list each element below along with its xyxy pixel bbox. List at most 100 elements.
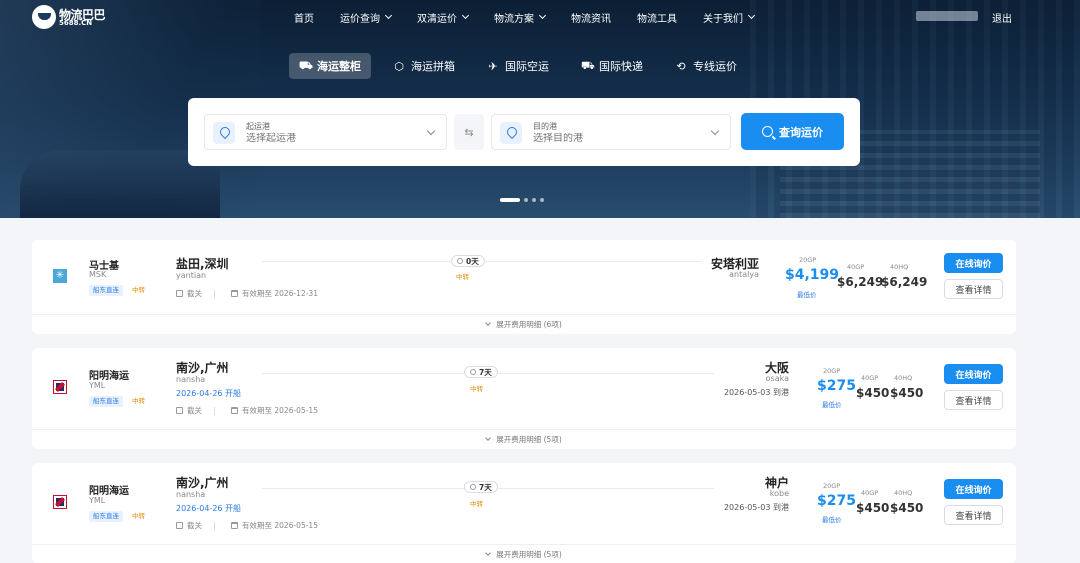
calendar-icon xyxy=(231,407,238,414)
carousel-dot[interactable] xyxy=(500,198,520,202)
lowest-price-tag: 最低价 xyxy=(797,291,817,299)
menu-item-about[interactable]: 关于我们 xyxy=(703,10,756,25)
view-details-button[interactable]: 查看详情 xyxy=(944,279,1003,299)
destination-port-code: osaka xyxy=(765,374,789,383)
direct-badge: 船东直连 xyxy=(89,396,123,407)
yml-logo-icon xyxy=(53,380,67,394)
menu-item-news[interactable]: 物流资讯 xyxy=(571,10,611,25)
menu-item-ddp-rates[interactable]: 双清运价 xyxy=(417,10,470,25)
price-20gp: $275 xyxy=(817,378,856,394)
carousel-dot[interactable] xyxy=(540,198,544,202)
valid-until: 有效期至 2026-05-15 xyxy=(242,406,318,415)
chevron-down-icon xyxy=(538,11,547,20)
carrier-code: YML xyxy=(89,381,106,390)
online-inquiry-button[interactable]: 在线询价 xyxy=(944,479,1003,499)
menu-item-rates[interactable]: 运价查询 xyxy=(340,10,393,25)
container-type-40hq: 40HQ xyxy=(890,263,909,271)
carrier-name: 阳明海运 xyxy=(89,371,129,382)
container-type-20gp: 20GP xyxy=(823,367,841,375)
direct-badge: 船东直连 xyxy=(89,285,123,296)
cutoff-label: 截关 xyxy=(187,521,202,530)
cutoff-icon xyxy=(176,407,183,414)
carousel-dot[interactable] xyxy=(524,198,528,202)
menu-item-solutions[interactable]: 物流方案 xyxy=(494,10,547,25)
location-pin-icon xyxy=(500,122,522,144)
tab-air[interactable]: ✈ 国际空运 xyxy=(477,53,559,79)
menu-item-home[interactable]: 首页 xyxy=(294,10,314,25)
site-logo[interactable]: 物流巴巴 5688.CN xyxy=(32,5,112,29)
menu-label: 物流方案 xyxy=(494,13,534,25)
divider xyxy=(214,521,215,530)
tab-express[interactable]: ⛟ 国际快递 xyxy=(571,53,653,79)
query-rates-label: 查询运价 xyxy=(779,125,823,139)
expand-fee-details[interactable]: 展开费用明细 (6项) xyxy=(32,314,1016,334)
location-pin-icon xyxy=(213,122,235,144)
expand-label: 展开费用明细 (5项) xyxy=(496,435,562,444)
transit-time-pill: 7天 xyxy=(464,366,498,378)
origin-port-code: nansha xyxy=(176,490,206,499)
destination-label: 目的港 xyxy=(533,122,557,131)
destination-port-input[interactable] xyxy=(533,133,703,144)
top-nav: 物流巴巴 5688.CN 首页 运价查询 双清运价 物流方案 物流资讯 物流工具… xyxy=(0,0,1080,34)
direct-badge: 船东直连 xyxy=(89,511,123,522)
carousel-dot[interactable] xyxy=(532,198,536,202)
container-type-20gp: 20GP xyxy=(799,256,817,264)
swap-ports-button[interactable]: ⇆ xyxy=(454,114,484,150)
menu-label: 物流工具 xyxy=(637,13,677,25)
tab-dedicated-line[interactable]: ⟲ 专线运价 xyxy=(665,53,747,79)
transit-time-pill: 7天 xyxy=(464,481,498,493)
container-type-40gp: 40GP xyxy=(861,374,879,382)
logout-link[interactable]: 退出 xyxy=(992,10,1012,25)
price-20gp: $275 xyxy=(817,493,856,509)
valid-until: 有效期至 2026-05-15 xyxy=(242,521,318,530)
arrival-date: 2026-05-03 到港 xyxy=(723,503,789,512)
chevron-down-icon xyxy=(485,320,492,326)
transfer-tag: 中转 xyxy=(456,273,469,281)
price-40gp: $6,249 xyxy=(837,275,884,289)
origin-port-select[interactable]: 起运港 xyxy=(204,114,447,150)
origin-port-input[interactable] xyxy=(246,133,416,144)
rate-search-panel: 起运港 ⇆ 目的港 查询运价 xyxy=(188,98,860,166)
menu-label: 物流资讯 xyxy=(571,13,611,25)
rate-result-card: ✳ 马士基 MSK 船东直连 中转 盐田,深圳 yantian 截关 有效期至 2… xyxy=(32,240,1016,334)
tab-label: 海运拼箱 xyxy=(411,60,455,73)
query-rates-button[interactable]: 查询运价 xyxy=(741,113,844,150)
search-icon xyxy=(762,126,773,137)
online-inquiry-button[interactable]: 在线询价 xyxy=(944,253,1003,273)
container-type-40gp: 40GP xyxy=(861,489,879,497)
price-40gp: $450 xyxy=(856,501,890,515)
menu-label: 双清运价 xyxy=(417,13,457,25)
tab-label: 国际空运 xyxy=(505,60,549,73)
cutoff-icon xyxy=(176,290,183,297)
plane-icon: ✈ xyxy=(488,59,498,73)
price-40hq: $450 xyxy=(890,386,924,400)
expand-fee-details[interactable]: 展开费用明细 (5项) xyxy=(32,544,1016,563)
schedule-meta: 截关 有效期至 2026-05-15 xyxy=(176,405,318,416)
tab-lcl[interactable]: ⬡ 海运拼箱 xyxy=(383,53,465,79)
destination-port-select[interactable]: 目的港 xyxy=(491,114,731,150)
logo-domain: 5688.CN xyxy=(59,19,93,27)
carrier-code: MSK xyxy=(89,270,107,279)
expand-fee-details[interactable]: 展开费用明细 (5项) xyxy=(32,429,1016,449)
menu-item-tools[interactable]: 物流工具 xyxy=(637,10,677,25)
view-details-button[interactable]: 查看详情 xyxy=(944,505,1003,525)
price-20gp: $4,199 xyxy=(785,267,840,283)
box-icon: ⬡ xyxy=(394,59,404,73)
user-account-blurred[interactable] xyxy=(916,11,978,21)
transit-time-pill: 0天 xyxy=(451,255,485,267)
view-details-button[interactable]: 查看详情 xyxy=(944,390,1003,410)
price-40hq: $6,249 xyxy=(881,275,928,289)
chevron-down-icon xyxy=(426,126,436,136)
clock-icon xyxy=(470,484,476,490)
online-inquiry-button[interactable]: 在线询价 xyxy=(944,364,1003,384)
tab-label: 专线运价 xyxy=(693,60,737,73)
expand-label: 展开费用明细 (5项) xyxy=(496,550,562,559)
container-type-20gp: 20GP xyxy=(823,482,841,490)
tab-fcl[interactable]: ⛟ 海运整柜 xyxy=(289,53,371,79)
transfer-tag: 中转 xyxy=(470,385,483,393)
rate-result-card: 阳明海运 YML 船东直连 中转 南沙,广州 nansha 2026-04-26… xyxy=(32,463,1016,563)
chevron-down-icon xyxy=(485,550,492,556)
origin-port-name: 南沙,广州 xyxy=(176,361,229,375)
price-40gp: $450 xyxy=(856,386,890,400)
origin-label: 起运港 xyxy=(246,122,270,131)
